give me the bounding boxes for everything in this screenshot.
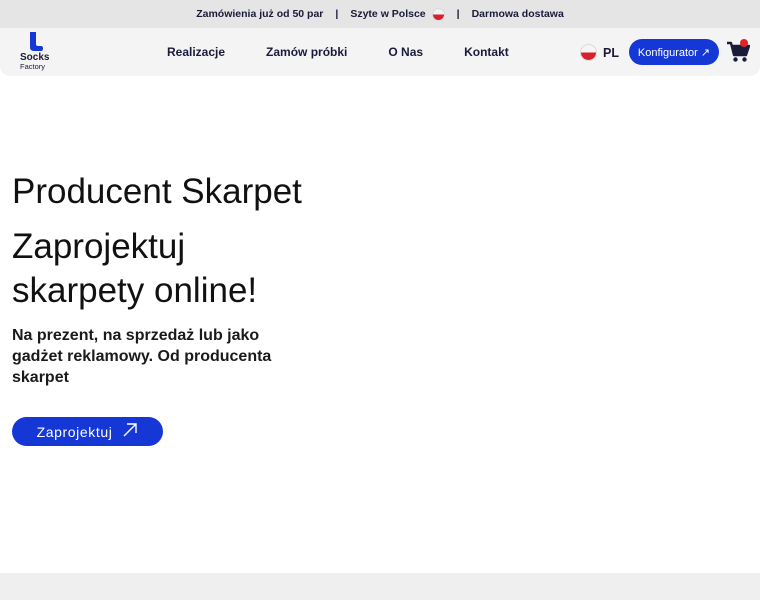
language-code: PL [603,45,619,60]
cart-button[interactable] [726,39,751,63]
nav-links: Realizacje Zamów próbki O Nas Kontakt [167,28,550,76]
announcement-min-order: Zamówienia już od 50 par [196,8,324,20]
announcement-bar: Zamówienia już od 50 par | Szyte w Polsc… [0,0,760,28]
announcement-separator: | [335,8,339,20]
sock-logo-icon [30,32,43,51]
next-section-band [0,573,760,600]
hero-section: Producent Skarpet Zaprojektuj skarpety o… [12,170,312,446]
configurator-button[interactable]: Konfigurator ↗ [629,39,719,65]
poland-flag-icon [580,44,597,61]
nav-link-realizacje[interactable]: Realizacje [167,45,225,59]
hero-title: Producent Skarpet [12,172,302,211]
announcement-free-delivery: Darmowa dostawa [471,8,564,20]
arrow-up-right-icon [122,422,138,441]
cart-badge [740,39,748,47]
main-navbar: Socks Factory Realizacje Zamów próbki O … [0,28,760,76]
hero-headline: Zaprojektuj skarpety online! [12,227,258,310]
logo-line-factory: Factory [20,62,46,71]
announcement-made-in-poland: Szyte w Polsce [350,7,445,21]
language-switcher[interactable]: PL [580,44,619,61]
poland-flag-icon [431,7,445,21]
design-button[interactable]: Zaprojektuj [12,417,163,446]
announcement-separator: | [456,8,460,20]
announcement-made-in-poland-label: Szyte w Polsce [350,8,426,20]
site-logo[interactable]: Socks Factory [20,32,54,74]
nav-link-kontakt[interactable]: Kontakt [464,45,509,59]
nav-link-zamow-probki[interactable]: Zamów próbki [266,45,347,59]
nav-link-o-nas[interactable]: O Nas [388,45,423,59]
design-button-label: Zaprojektuj [36,423,113,440]
logo-text: Socks Factory [20,53,49,72]
hero-subtitle: Na prezent, na sprzedaż lub jako gadżet … [12,327,272,386]
